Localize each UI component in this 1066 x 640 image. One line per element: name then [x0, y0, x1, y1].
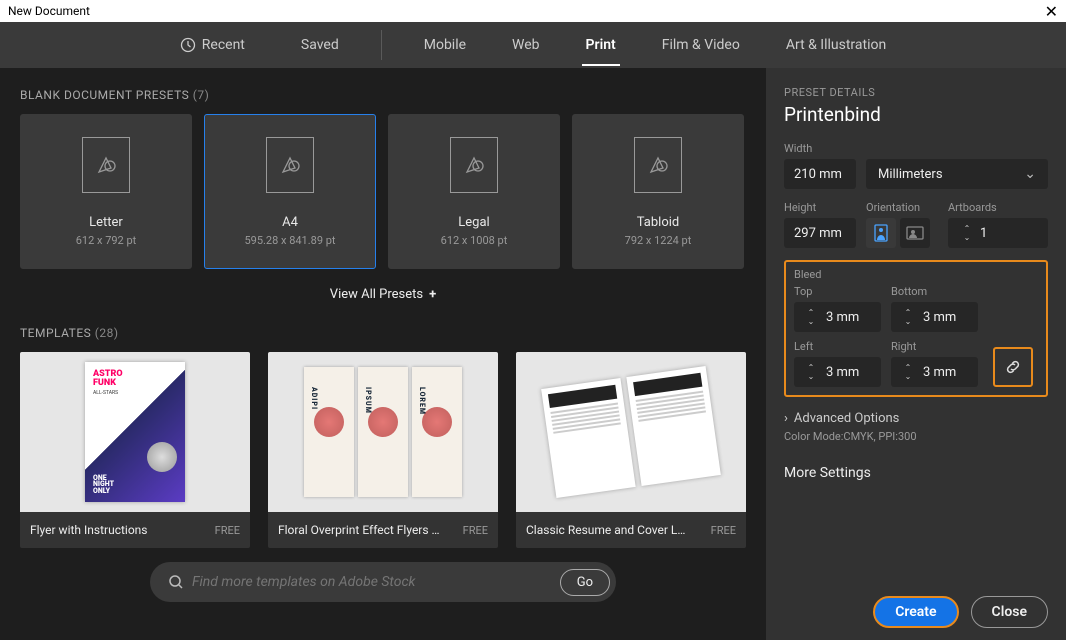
tab-mobile[interactable]: Mobile: [420, 24, 470, 66]
more-settings[interactable]: More Settings: [784, 465, 1048, 481]
clock-icon: [180, 37, 196, 53]
page-icon: [634, 137, 682, 193]
view-all-presets[interactable]: View All Presets+: [20, 287, 746, 302]
color-mode-info: Color Mode:CMYK, PPI:300: [784, 430, 1048, 443]
height-field[interactable]: 297 mm: [784, 218, 856, 248]
artboards-label: Artboards: [948, 201, 1048, 214]
bleed-right-field[interactable]: ⌃⌄3 mm: [891, 357, 978, 387]
width-label: Width: [784, 142, 1048, 155]
preset-name-field[interactable]: Printenbind: [784, 103, 1048, 126]
page-icon: [450, 137, 498, 193]
artboards-field[interactable]: ⌃⌄ 1: [948, 218, 1048, 248]
orientation-label: Orientation: [866, 201, 938, 214]
preset-letter[interactable]: Letter 612 x 792 pt: [20, 114, 192, 269]
preset-tabloid[interactable]: Tabloid 792 x 1224 pt: [572, 114, 744, 269]
stepper-down-icon[interactable]: ⌄: [958, 234, 976, 241]
go-button[interactable]: Go: [560, 569, 610, 596]
units-dropdown[interactable]: Millimeters ⌄: [866, 159, 1048, 189]
tab-web[interactable]: Web: [508, 24, 544, 66]
bleed-bottom-field[interactable]: ⌃⌄3 mm: [891, 302, 978, 332]
tab-film-video[interactable]: Film & Video: [658, 24, 744, 66]
link-icon: [1004, 358, 1022, 376]
tab-art-illustration[interactable]: Art & Illustration: [782, 24, 890, 66]
orientation-landscape[interactable]: [900, 218, 930, 248]
presets-header: BLANK DOCUMENT PRESETS (7): [20, 88, 746, 102]
tab-saved[interactable]: Saved: [297, 24, 343, 66]
orientation-portrait[interactable]: [866, 218, 896, 248]
tab-print[interactable]: Print: [582, 24, 620, 66]
preset-a4[interactable]: A4 595.28 x 841.89 pt: [204, 114, 376, 269]
link-bleed-button[interactable]: [993, 347, 1033, 387]
close-icon[interactable]: ✕: [1045, 2, 1058, 21]
template-thumbnail: ASTROFUNKALL-STARSONENIGHTONLY: [20, 352, 250, 512]
width-field[interactable]: 210 mm: [784, 159, 856, 189]
bleed-left-field[interactable]: ⌃⌄3 mm: [794, 357, 881, 387]
window-title: New Document: [8, 4, 90, 18]
template-thumbnail: ADIPIIPSUMLOREM: [268, 352, 498, 512]
templates-header: TEMPLATES (28): [20, 326, 746, 340]
tab-separator: [381, 30, 382, 60]
chevron-down-icon: ⌄: [1024, 166, 1036, 182]
template-thumbnail: [516, 352, 746, 512]
search-bar: Go: [150, 562, 616, 602]
bleed-top-field[interactable]: ⌃⌄3 mm: [794, 302, 881, 332]
search-icon: [168, 574, 184, 590]
category-tabs: Recent Saved Mobile Web Print Film & Vid…: [0, 22, 1066, 68]
title-bar: New Document ✕: [0, 0, 1066, 22]
template-card[interactable]: Classic Resume and Cover Letter...FREE: [516, 352, 746, 548]
close-button[interactable]: Close: [971, 596, 1048, 628]
page-icon: [82, 137, 130, 193]
create-button[interactable]: Create: [873, 596, 958, 628]
plus-icon: +: [429, 287, 436, 302]
preset-legal[interactable]: Legal 612 x 1008 pt: [388, 114, 560, 269]
tab-recent[interactable]: Recent: [176, 24, 249, 66]
stepper-up-icon[interactable]: ⌃: [958, 225, 976, 232]
bleed-section: Bleed Top ⌃⌄3 mm Bottom ⌃⌄3 mm Left: [784, 260, 1048, 397]
template-card[interactable]: ASTROFUNKALL-STARSONENIGHTONLY Flyer wit…: [20, 352, 250, 548]
page-icon: [266, 137, 314, 193]
preset-details-header: PRESET DETAILS: [784, 86, 1048, 99]
height-label: Height: [784, 201, 856, 214]
search-input[interactable]: [192, 574, 560, 590]
chevron-right-icon: ›: [784, 411, 788, 426]
advanced-options-toggle[interactable]: › Advanced Options: [784, 411, 1048, 426]
template-card[interactable]: ADIPIIPSUMLOREM Floral Overprint Effect …: [268, 352, 498, 548]
bleed-label: Bleed: [794, 268, 1038, 281]
